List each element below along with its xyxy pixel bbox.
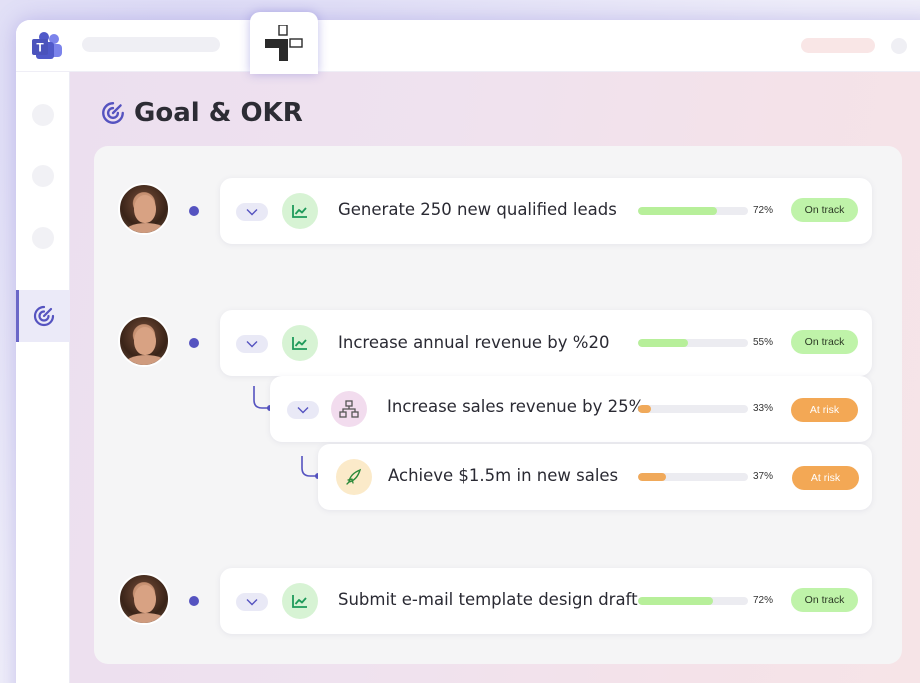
profile-placeholder[interactable] <box>801 38 875 53</box>
goal-title: Achieve $1.5m in new sales <box>388 466 619 485</box>
owner-avatar[interactable] <box>118 573 170 625</box>
goal-title: Increase sales revenue by 25% <box>387 397 645 416</box>
chevron-down-icon <box>246 341 258 348</box>
progress-fill <box>638 207 718 215</box>
progress-percent: 55% <box>753 337 774 348</box>
target-icon <box>33 305 55 327</box>
progress-bar <box>638 473 748 481</box>
progress-bar <box>638 597 748 605</box>
chevron-down-icon <box>297 407 309 414</box>
subgoal-row[interactable]: Achieve $1.5m in new sales 37% At risk <box>318 444 872 510</box>
rocket-icon <box>336 459 372 495</box>
chart-line-icon <box>282 193 318 229</box>
goal-row[interactable]: Generate 250 new qualified leads 72% On … <box>220 178 872 244</box>
app-window: T Goal & OKR Generate 250 new qualified … <box>16 20 920 683</box>
expand-button[interactable] <box>236 335 268 353</box>
app-logo-icon <box>265 25 303 61</box>
progress-fill <box>638 473 666 481</box>
progress-percent: 37% <box>753 471 774 482</box>
progress-percent: 72% <box>753 595 774 606</box>
goal-target-icon <box>102 102 124 124</box>
owner-avatar[interactable] <box>118 183 170 235</box>
subgoal-row[interactable]: Increase sales revenue by 25% 33% At ris… <box>270 376 872 442</box>
title-bar: T <box>16 20 920 72</box>
chart-line-icon <box>282 583 318 619</box>
expand-button[interactable] <box>287 401 319 419</box>
main-content: Goal & OKR Generate 250 new qualified le… <box>70 72 920 683</box>
sidebar-item-3[interactable] <box>32 227 54 249</box>
goals-panel: Generate 250 new qualified leads 72% On … <box>94 146 902 664</box>
page-title-text: Goal & OKR <box>134 98 303 128</box>
status-badge[interactable]: On track <box>791 198 858 222</box>
status-dot <box>189 596 199 606</box>
status-badge[interactable]: On track <box>791 588 858 612</box>
sidebar-item-goals[interactable] <box>16 290 70 342</box>
sidebar-item-1[interactable] <box>32 104 54 126</box>
progress-bar <box>638 339 748 347</box>
chevron-down-icon <box>246 599 258 606</box>
sidebar <box>16 72 70 683</box>
progress-fill <box>638 339 688 347</box>
progress-fill <box>638 405 652 413</box>
progress-bar <box>638 207 748 215</box>
status-badge[interactable]: At risk <box>791 398 858 422</box>
expand-button[interactable] <box>236 593 268 611</box>
progress-bar <box>638 405 748 413</box>
goal-title: Generate 250 new qualified leads <box>338 200 617 219</box>
status-dot <box>189 206 199 216</box>
goal-row[interactable]: Submit e-mail template design draft 72% … <box>220 568 872 634</box>
sidebar-item-2[interactable] <box>32 165 54 187</box>
org-chart-icon <box>331 391 367 427</box>
progress-fill <box>638 597 713 605</box>
settings-placeholder[interactable] <box>891 38 907 54</box>
app-tab[interactable] <box>250 12 318 74</box>
chart-line-icon <box>282 325 318 361</box>
teams-logo-icon: T <box>32 32 62 59</box>
chevron-down-icon <box>246 209 258 216</box>
goal-row[interactable]: Increase annual revenue by %20 55% On tr… <box>220 310 872 376</box>
window-title-placeholder <box>82 37 220 52</box>
progress-percent: 72% <box>753 205 774 216</box>
svg-text:T: T <box>36 41 44 55</box>
progress-percent: 33% <box>753 403 774 414</box>
status-badge[interactable]: On track <box>791 330 858 354</box>
expand-button[interactable] <box>236 203 268 221</box>
goal-title: Submit e-mail template design draft <box>338 590 638 609</box>
status-badge[interactable]: At risk <box>792 466 859 490</box>
goal-title: Increase annual revenue by %20 <box>338 333 610 352</box>
owner-avatar[interactable] <box>118 315 170 367</box>
page-title: Goal & OKR <box>100 98 303 128</box>
status-dot <box>189 338 199 348</box>
